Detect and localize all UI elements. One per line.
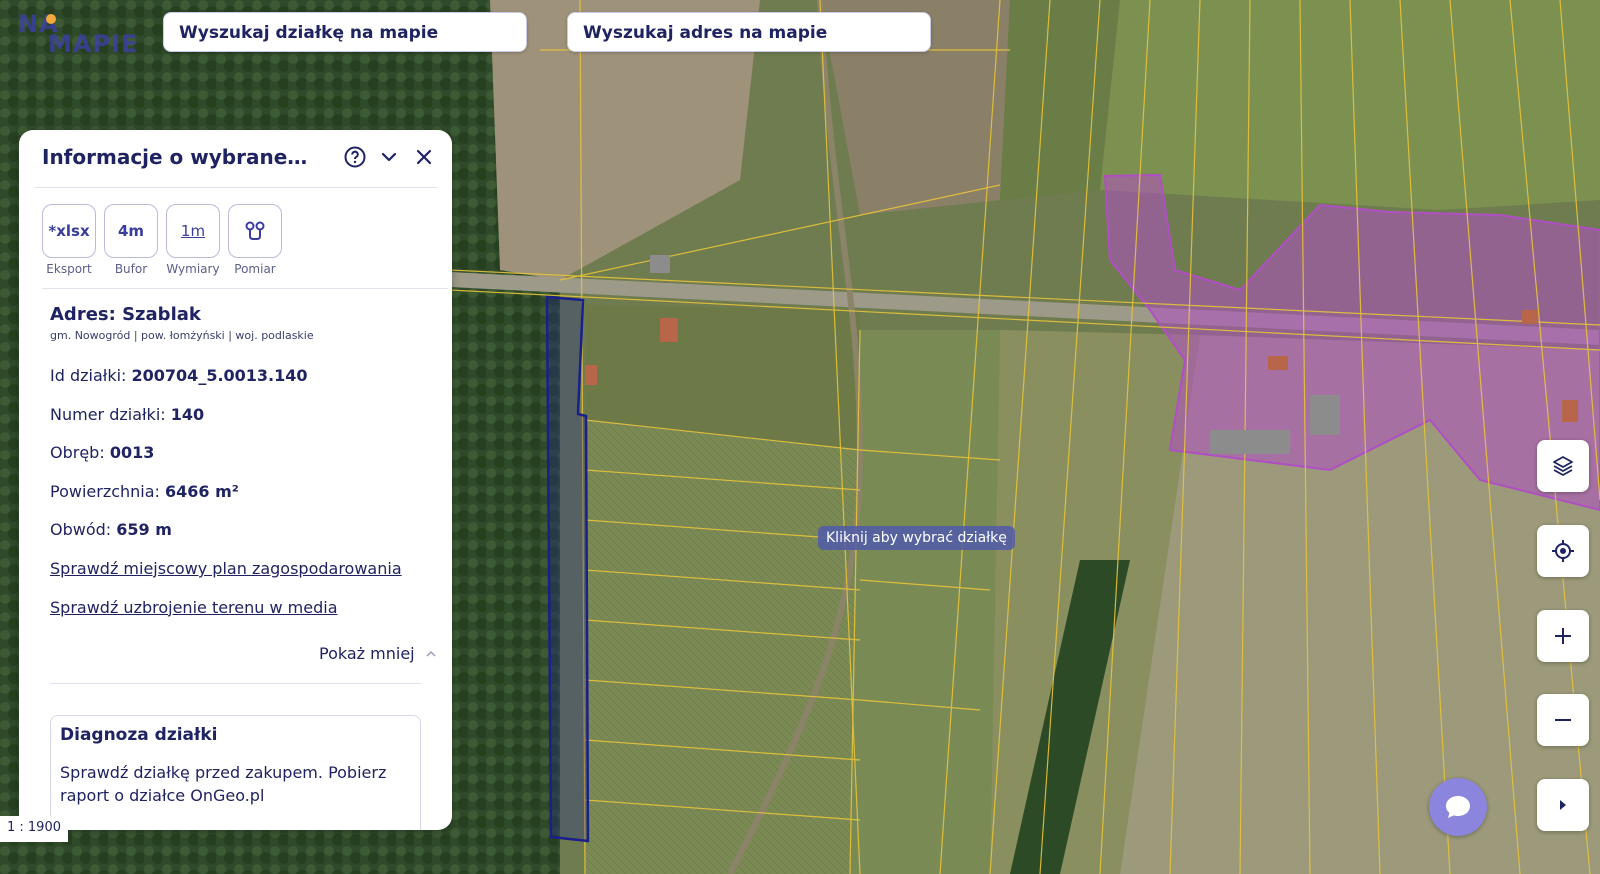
zoom-out-button[interactable] [1537,694,1589,746]
zoning-plan-link[interactable]: Sprawdź miejscowy plan zagospodarowania [50,559,402,598]
help-icon[interactable] [342,144,368,170]
tool-dimensions[interactable]: 1m Wymiary [166,204,220,276]
field-value: 659 m [116,520,172,540]
minus-icon [1555,719,1571,721]
address-block: Adres: Szablak gm. Nowogród | pow. łomży… [50,304,314,342]
section-divider [50,683,421,684]
diagnosis-card[interactable]: Diagnoza działki Sprawdź działkę przed z… [50,715,421,830]
address-value: Szablak [122,304,201,325]
diagnosis-title: Diagnoza działki [60,725,218,745]
dimensions-button[interactable]: 1m [166,204,220,258]
chevron-up-icon [426,650,436,657]
plus-icon [1555,628,1571,644]
close-icon[interactable] [411,144,437,170]
tool-export[interactable]: *xlsx Eksport [42,204,96,276]
field-value: 200704_5.0013.140 [131,366,308,385]
tool-measure[interactable]: Pomiar [228,204,282,276]
field-value: 0013 [109,443,155,463]
logo-pin-icon [46,14,56,24]
diagnosis-text: Sprawdź działkę przed zakupem. Pobierz r… [60,763,387,805]
show-less-label: Pokaż mniej [319,644,415,663]
parcel-fields: Id działki: 200704_5.0013.140 Numer dzia… [50,366,402,636]
parcel-search-field[interactable] [163,12,527,52]
export-xlsx-button[interactable]: *xlsx [42,204,96,258]
tool-label-measure: Pomiar [234,262,276,276]
measure-button[interactable] [228,204,282,258]
field-parcel-id: Id działki: 200704_5.0013.140 [50,366,402,405]
field-value: 140 [170,404,205,424]
tool-label-dimensions: Wymiary [166,262,220,276]
expand-panel-button[interactable] [1537,779,1589,831]
buffer-button[interactable]: 4m [104,204,158,258]
map-scale: 1 : 1900 [0,816,68,842]
utilities-link[interactable]: Sprawdź uzbrojenie terenu w media [50,598,402,637]
layers-button[interactable] [1537,440,1589,492]
chat-button[interactable] [1429,778,1487,836]
address-title: Adres: Szablak [50,304,314,325]
field-area: Powierzchnia: 6466 m² [50,482,402,521]
layers-icon [1553,456,1573,476]
parcel-search-input[interactable] [179,23,511,43]
play-arrow-icon [1560,800,1566,810]
logo-text-bottom: MAPIE [48,30,139,58]
chat-bubble-icon [1446,796,1470,818]
address-search-input[interactable] [583,23,915,43]
chevron-down-icon[interactable] [376,144,402,170]
tool-label-export: Eksport [46,262,92,276]
tool-buffer[interactable]: 4m Bufor [104,204,158,276]
address-label: Adres: [50,304,116,325]
field-value: 6466 m² [165,481,239,501]
field-perimeter: Obwód: 659 m [50,520,402,559]
address-search-field[interactable] [567,12,931,52]
field-label: Powierzchnia: [50,481,160,501]
parcel-info-panel: Informacje o wybranej działce *xlsx Eksp… [19,130,452,830]
field-label: Id działki: [50,366,127,385]
header-divider [35,187,437,188]
route-icon [245,221,265,240]
crosshair-icon [1552,540,1574,562]
tool-label-buffer: Bufor [114,262,148,276]
show-less-toggle[interactable]: Pokaż mniej [319,644,437,663]
field-label: Obwód: [50,520,112,540]
panel-title: Informacje o wybranej działce [42,145,310,169]
panel-header: Informacje o wybranej działce [19,130,452,188]
field-label: Obręb: [50,443,105,463]
tools-divider [42,288,448,289]
field-label: Numer działki: [50,404,166,424]
address-subtitle: gm. Nowogród | pow. łomżyński | woj. pod… [50,329,314,342]
zoom-in-button[interactable] [1537,610,1589,662]
app-logo[interactable]: NA MAPIE [18,10,137,58]
map-tooltip: Kliknij aby wybrać działkę [818,526,1015,550]
field-parcel-number: Numer działki: 140 [50,405,402,444]
locate-me-button[interactable] [1537,525,1589,577]
tool-bar: *xlsx Eksport 4m Bufor 1m Wymiary Pomiar [42,204,282,276]
field-precinct: Obręb: 0013 [50,443,402,482]
